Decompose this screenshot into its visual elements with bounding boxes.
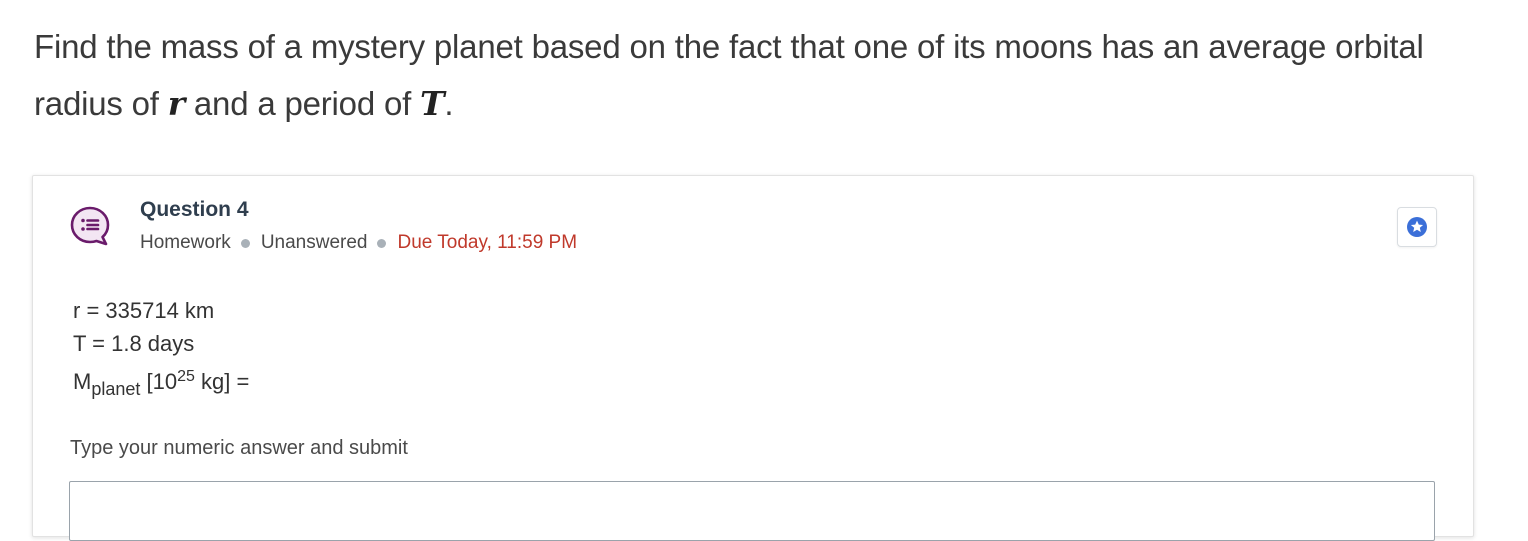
mass-prompt: Mplanet [1025 kg] = bbox=[73, 360, 249, 406]
separator-dot bbox=[377, 238, 387, 248]
mass-symbol: M bbox=[73, 369, 92, 394]
question-status: Unanswered bbox=[260, 232, 368, 253]
radius-value: r = 335714 km bbox=[73, 298, 215, 323]
problem-statement: Find the mass of a mystery planet based … bbox=[34, 18, 1474, 132]
period-value: T = 1.8 days bbox=[73, 331, 195, 356]
prompt-text-middle: and a period of bbox=[184, 85, 421, 122]
question-bubble-icon bbox=[69, 205, 111, 247]
mass-exponent: 25 bbox=[177, 368, 195, 385]
bookmark-button[interactable] bbox=[1397, 207, 1437, 247]
question-meta: Homework Unanswered Due Today, 11:59 PM bbox=[140, 232, 577, 254]
mass-subscript: planet bbox=[91, 379, 141, 399]
variable-r: r bbox=[167, 84, 185, 123]
question-card: Question 4 Homework Unanswered Due Today… bbox=[32, 175, 1474, 541]
mass-unit-close: kg] = bbox=[194, 369, 250, 394]
star-icon bbox=[1407, 217, 1427, 237]
answer-label: Type your numeric answer and submit bbox=[70, 437, 408, 459]
question-type: Homework bbox=[140, 232, 231, 253]
variable-T: T bbox=[420, 84, 445, 123]
due-date: Due Today, 11:59 PM bbox=[397, 232, 578, 253]
question-title: Question 4 bbox=[140, 198, 249, 221]
answer-input[interactable] bbox=[69, 481, 1435, 541]
question-parameters: r = 335714 km T = 1.8 days Mplanet [1025… bbox=[73, 294, 249, 406]
prompt-text-end: . bbox=[444, 85, 454, 122]
mass-unit-open: [10 bbox=[140, 369, 178, 394]
separator-dot bbox=[240, 238, 250, 248]
